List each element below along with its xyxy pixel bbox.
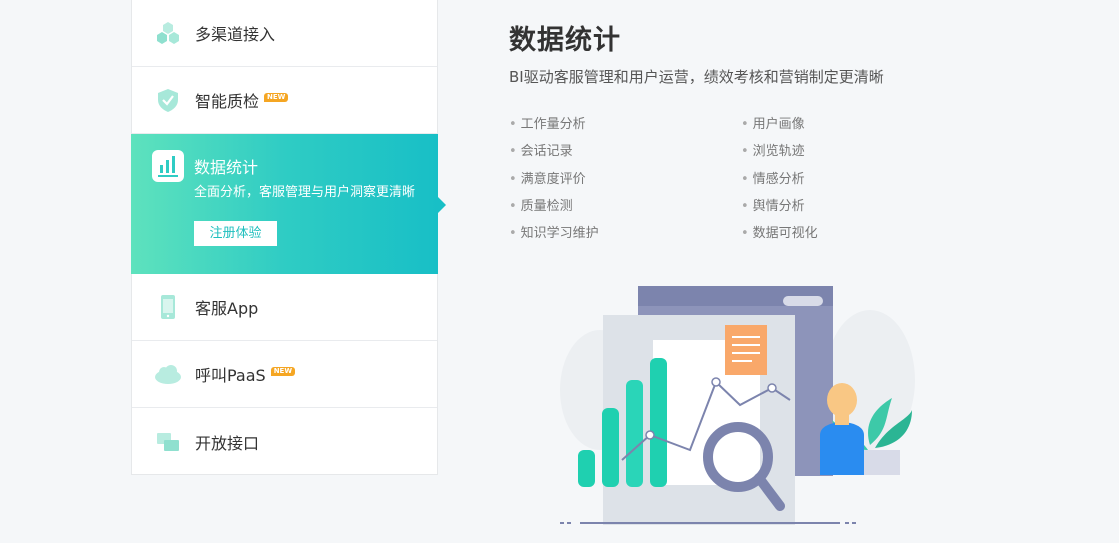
bar-chart-icon bbox=[152, 150, 184, 182]
product-sidebar: 多渠道接入 智能质检 NEW 数据统计 全面分析，客服管理与用户洞察更清晰 注册体… bbox=[131, 0, 446, 475]
sidebar-item-label: 智能质检 NEW bbox=[195, 88, 289, 112]
register-trial-button[interactable]: 注册体验 bbox=[194, 221, 277, 246]
sidebar-item-data-stats[interactable]: 数据统计 全面分析，客服管理与用户洞察更清晰 注册体验 bbox=[131, 134, 446, 274]
sidebar-item-label: 呼叫PaaS NEW bbox=[195, 362, 296, 386]
feature-item: 情感分析 bbox=[741, 168, 805, 187]
feature-item: 舆情分析 bbox=[741, 195, 805, 214]
feature-item: 知识学习维护 bbox=[509, 222, 599, 241]
new-badge: NEW bbox=[270, 367, 296, 376]
feature-item: 质量检测 bbox=[509, 195, 573, 214]
feature-item: 用户画像 bbox=[741, 113, 805, 132]
sidebar-item-label: 多渠道接入 bbox=[195, 25, 276, 44]
sidebar-item-label: 开放接口 bbox=[195, 433, 260, 453]
shield-check-icon bbox=[158, 89, 178, 112]
sidebar-item-multichannel[interactable]: 多渠道接入 bbox=[132, 0, 437, 67]
data-analytics-illustration bbox=[560, 286, 915, 525]
feature-item: 浏览轨迹 bbox=[741, 140, 805, 159]
feature-item: 工作量分析 bbox=[509, 113, 586, 132]
sidebar-item-paas[interactable]: 呼叫PaaS NEW bbox=[132, 341, 437, 408]
sidebar-item-description: 全面分析，客服管理与用户洞察更清晰 bbox=[194, 185, 416, 200]
sidebar-item-label: 数据统计 bbox=[194, 158, 259, 177]
feature-item: 会话记录 bbox=[509, 140, 573, 159]
sidebar-item-app[interactable]: 客服App bbox=[132, 274, 437, 341]
sidebar-item-label: 客服App bbox=[195, 299, 259, 318]
feature-item: 数据可视化 bbox=[741, 222, 818, 241]
page-title: 数据统计 bbox=[509, 25, 621, 56]
new-badge: NEW bbox=[264, 93, 289, 102]
sidebar-item-api[interactable]: 开放接口 bbox=[132, 408, 437, 475]
hexagons-icon bbox=[157, 22, 179, 44]
feature-item: 满意度评价 bbox=[509, 168, 586, 187]
paas-cloud-icon bbox=[155, 365, 181, 384]
page-subtitle: BI驱动客服管理和用户运营，绩效考核和营销制定更清晰 bbox=[509, 68, 884, 86]
sidebar-item-quality[interactable]: 智能质检 NEW bbox=[132, 67, 437, 134]
mobile-app-icon bbox=[161, 295, 175, 319]
interface-icon bbox=[157, 432, 179, 451]
